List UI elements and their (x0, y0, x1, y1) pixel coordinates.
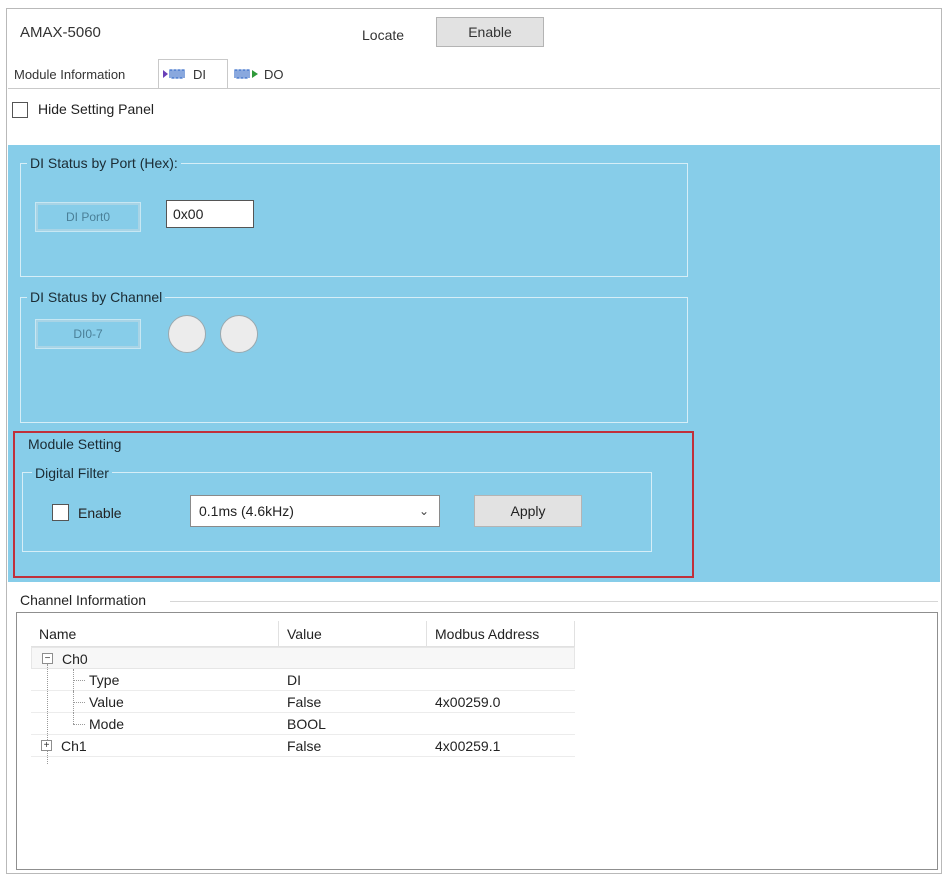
tree-row-ch0[interactable]: − Ch0 (31, 647, 575, 764)
module-title: AMAX-5060 (20, 24, 101, 41)
chevron-down-icon: ⌄ (418, 504, 429, 518)
module-setting-title: Module Setting (28, 436, 122, 452)
tree-cell-value: False (287, 694, 322, 710)
di-port-hex-field[interactable] (166, 200, 254, 228)
tab-module-information[interactable]: Module Information (10, 61, 158, 88)
tree-cell-address: 4x00259.0 (435, 694, 501, 710)
tab-di[interactable]: DI (158, 59, 228, 88)
tree-node-label: Ch0 (62, 651, 88, 667)
tree-node-cell: + Ch1 (31, 735, 279, 757)
tree-node-cell: − Ch0 (32, 648, 280, 764)
locate-label: Locate (362, 27, 405, 43)
tab-divider (8, 88, 940, 89)
di-status-channel-group (20, 297, 688, 423)
digital-filter-select[interactable]: 0.1ms (4.6kHz) ⌄ (190, 495, 440, 527)
digital-filter-title: Digital Filter (32, 465, 112, 481)
tree-row-type[interactable]: Type DI (31, 669, 575, 691)
tree-node-cell: Type (31, 669, 279, 691)
collapse-icon[interactable]: − (42, 653, 53, 664)
column-header-name[interactable]: Name (31, 621, 279, 647)
di-signal-icon (163, 61, 189, 91)
hide-setting-panel-checkbox[interactable] (12, 102, 28, 118)
di-status-port-title: DI Status by Port (Hex): (27, 155, 181, 171)
channel-information-divider (170, 601, 938, 602)
tab-di-label: DI (193, 67, 206, 82)
tab-module-information-label: Module Information (14, 67, 126, 82)
column-header-modbus-address[interactable]: Modbus Address (427, 621, 575, 647)
di-status-channel-title: DI Status by Channel (27, 289, 166, 305)
digital-filter-enable-checkbox[interactable] (52, 504, 69, 521)
expand-icon[interactable]: + (41, 740, 52, 751)
tree-node-cell: Mode (31, 713, 279, 735)
apply-button[interactable]: Apply (474, 495, 582, 527)
tree-node-cell: Value (31, 691, 279, 713)
channel-tree-table[interactable]: Name Value Modbus Address − Ch0 Type DI … (16, 612, 938, 870)
tree-row-mode[interactable]: Mode BOOL (31, 713, 575, 735)
channel-information-title: Channel Information (20, 592, 147, 608)
tree-cell-value: BOOL (287, 716, 326, 732)
digital-filter-enable-label: Enable (78, 505, 122, 521)
tree-row-ch1[interactable]: + Ch1 False 4x00259.1 (31, 735, 575, 757)
tree-cell-value: False (287, 738, 322, 754)
tree-node-label: Ch1 (61, 738, 87, 754)
di-range-label: DI0-7 (35, 319, 141, 349)
tree-connector (73, 702, 85, 703)
tree-node-label: Type (89, 672, 120, 688)
tree-connector (73, 724, 85, 725)
di-led-indicator (168, 315, 206, 353)
di-led-indicator (220, 315, 258, 353)
hide-setting-panel-label: Hide Setting Panel (38, 101, 154, 117)
locate-enable-button[interactable]: Enable (436, 17, 544, 47)
tab-do[interactable]: DO (230, 61, 296, 88)
tab-do-label: DO (264, 67, 284, 82)
tree-row-value[interactable]: Value False 4x00259.0 (31, 691, 575, 713)
setting-panel: DI Status by Port (Hex): DI Port0 DI Sta… (8, 145, 940, 582)
tree-node-label: Mode (89, 716, 125, 732)
do-signal-icon (234, 62, 260, 89)
tree-connector (73, 680, 85, 681)
tree-node-label: Value (89, 694, 124, 710)
tree-cell-value: DI (287, 672, 301, 688)
digital-filter-select-value: 0.1ms (4.6kHz) (199, 503, 294, 519)
tree-cell-address: 4x00259.1 (435, 738, 501, 754)
di-port-label: DI Port0 (35, 202, 141, 232)
column-header-value[interactable]: Value (279, 621, 427, 647)
tree-connector (73, 713, 74, 724)
